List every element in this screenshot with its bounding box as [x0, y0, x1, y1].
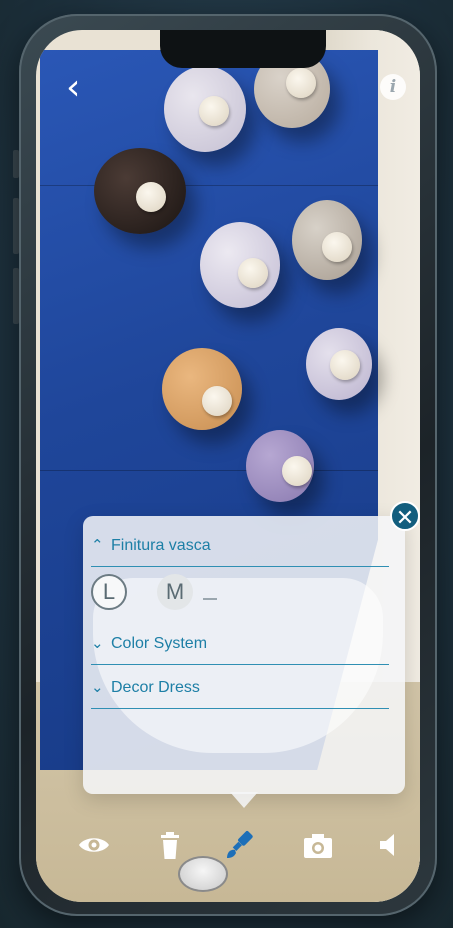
dome-ornament [246, 430, 314, 502]
camera-icon[interactable] [300, 827, 336, 863]
chevron-down-icon: ⌄ [91, 678, 104, 696]
phone-mockup-background: ‹ i ⌃ Finitura vasca L M ⌄ Color System ⌄ D… [0, 0, 453, 928]
close-panel-button[interactable]: ✕ [390, 501, 420, 531]
dome-ornament [292, 200, 362, 280]
configuration-panel: ⌃ Finitura vasca L M ⌄ Color System ⌄ Decor… [83, 516, 405, 794]
eye-icon[interactable] [76, 827, 112, 863]
back-button[interactable]: ‹ [66, 70, 94, 106]
dome-ornament [306, 328, 372, 400]
dome-ornament [200, 222, 280, 308]
speaker-icon[interactable] [372, 827, 408, 863]
size-selector: L M [91, 574, 291, 614]
size-l-button[interactable]: L [91, 574, 127, 610]
section-color-system[interactable]: ⌄ Color System [91, 634, 389, 665]
size-divider [203, 598, 217, 600]
dome-ornament [162, 348, 242, 430]
phone-notch [160, 30, 326, 68]
info-button[interactable]: i [380, 74, 406, 100]
section-label: Finitura vasca [111, 536, 211, 554]
ar-screen: ‹ i ⌃ Finitura vasca L M ⌄ Color System ⌄ D… [36, 30, 420, 902]
section-decor-dress[interactable]: ⌄ Decor Dress [91, 678, 389, 709]
bottom-toolbar [36, 792, 420, 902]
dome-ornament [164, 66, 246, 152]
chevron-left-icon: ‹ [66, 67, 81, 108]
wall-seam [40, 470, 378, 471]
size-m-button[interactable]: M [157, 574, 193, 610]
trash-icon[interactable] [152, 827, 188, 863]
dome-ornament [94, 148, 186, 234]
close-icon: ✕ [395, 505, 415, 530]
section-finitura-vasca[interactable]: ⌃ Finitura vasca [91, 536, 389, 567]
home-button[interactable] [178, 856, 228, 892]
wall-seam [40, 185, 378, 186]
chevron-up-icon: ⌃ [91, 536, 104, 554]
section-label: Decor Dress [111, 678, 200, 696]
info-icon: i [389, 77, 397, 97]
section-label: Color System [111, 634, 208, 652]
chevron-down-icon: ⌄ [91, 634, 104, 652]
paint-brush-icon[interactable] [222, 827, 258, 863]
